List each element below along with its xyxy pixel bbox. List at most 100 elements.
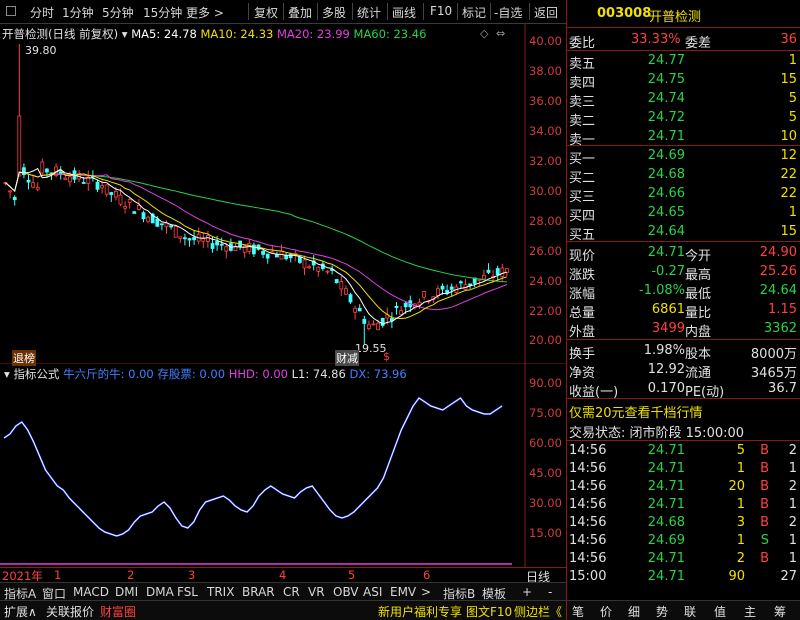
sidebar-toggle[interactable]: 侧边栏《: [514, 603, 562, 620]
ask-level: 卖五 24.77 1: [567, 51, 800, 72]
tab-add[interactable]: +: [522, 585, 532, 599]
stat-value: 0.170: [647, 381, 685, 396]
promo-row[interactable]: 仅需20元查看千档行情: [567, 400, 800, 421]
date-axis-month: 6: [423, 568, 431, 582]
stat-value: -1.08%: [639, 283, 685, 298]
toolbar-5min[interactable]: 5分钟: [102, 4, 134, 21]
toolbar-15min[interactable]: 15分钟: [143, 4, 182, 21]
tick-price: 24.71: [647, 497, 685, 512]
tick-time: 14:56: [569, 497, 607, 512]
tab-remove[interactable]: -: [548, 585, 552, 599]
tick-volume: 2: [736, 551, 745, 566]
tab-cr[interactable]: CR: [283, 585, 300, 599]
date-axis: 2021年 1 2 3 4 5 6 日线: [0, 567, 566, 584]
f10-button[interactable]: 图文F10: [466, 603, 512, 620]
toolbar-f10[interactable]: F10: [430, 4, 452, 18]
ask-price: 24.77: [647, 53, 685, 68]
stat-value: 36.7: [768, 381, 797, 396]
tick-price: 24.71: [647, 569, 685, 584]
tick-side: B: [760, 461, 769, 476]
toolbar-mark[interactable]: 标记: [462, 4, 486, 21]
tab-emv[interactable]: EMV: [390, 585, 416, 599]
tick-count: 1: [788, 533, 797, 548]
tab-fsl[interactable]: FSL: [177, 585, 198, 599]
stat-value: 24.90: [759, 245, 797, 260]
bid-level: 买五 24.64 15: [567, 222, 800, 243]
bid-volume: 1: [788, 205, 797, 220]
fortune-circle-button[interactable]: 财富圈: [100, 603, 136, 620]
tab-vr[interactable]: VR: [308, 585, 325, 599]
tick-volume: 20: [728, 479, 745, 494]
bid-level: 买三 24.66 22: [567, 184, 800, 205]
tick-count: 1: [788, 461, 797, 476]
tick-time: 14:56: [569, 551, 607, 566]
bid-price: 24.66: [647, 186, 685, 201]
toolbar-self-select[interactable]: -自选: [494, 4, 522, 21]
quote-title: 003008 开普检测: [567, 4, 800, 25]
quote-stat-row: 涨幅 -1.08% 最低 24.64: [567, 281, 800, 302]
tab-dma[interactable]: DMA: [146, 585, 174, 599]
toolbar-intraday[interactable]: 分时: [30, 4, 54, 21]
tick-price: 24.71: [647, 551, 685, 566]
stat-value: 6861: [651, 302, 685, 317]
tick-row: 14:56 24.71 20 B 2: [567, 477, 800, 497]
tick-side: B: [760, 515, 769, 530]
toolbar-fuquan[interactable]: 复权: [254, 4, 278, 21]
tick-row: 14:56 24.71 1 B 1: [567, 495, 800, 515]
ask-price: 24.71: [647, 129, 685, 144]
stat-value: 3362: [763, 321, 797, 336]
related-quote-button[interactable]: 关联报价: [46, 603, 94, 620]
date-axis-month: 2: [127, 568, 135, 582]
news-link[interactable]: 新用户福利专享: [378, 603, 462, 620]
tick-price: 24.71: [647, 479, 685, 494]
date-axis-month: 4: [279, 568, 287, 582]
trade-state: 交易状态: 闭市阶段 15:00:00: [569, 426, 745, 441]
tab-more-arrow[interactable]: >: [421, 585, 431, 599]
bid-level: 买二 24.68 22: [567, 165, 800, 186]
tick-count: 1: [788, 551, 797, 566]
tick-count: 2: [788, 443, 797, 458]
tick-time: 14:56: [569, 533, 607, 548]
tick-count: 2: [788, 515, 797, 530]
quote-stat-row: 净资 12.92 流通 3465万: [567, 360, 800, 381]
toolbar-stats[interactable]: 统计: [357, 4, 381, 21]
tick-time: 14:56: [569, 461, 607, 476]
marker-dollar[interactable]: $: [383, 350, 390, 363]
toolbar-multi[interactable]: 多股: [322, 4, 346, 21]
toolbar-more[interactable]: 更多 >: [186, 4, 224, 21]
toolbar-overlay[interactable]: 叠加: [288, 4, 312, 21]
tick-count: 1: [788, 497, 797, 512]
ask-volume: 1: [788, 53, 797, 68]
tab-obv[interactable]: OBV: [333, 585, 359, 599]
kline-chart[interactable]: [0, 24, 566, 364]
quote-stat-row: 换手 1.98% 股本 8000万: [567, 341, 800, 362]
tab-macd[interactable]: MACD: [73, 585, 109, 599]
tick-volume: 1: [736, 497, 745, 512]
bid-price: 24.69: [647, 148, 685, 163]
ask-volume: 5: [788, 110, 797, 125]
ask-level: 卖四 24.75 15: [567, 70, 800, 91]
tab-dmi[interactable]: DMI: [115, 585, 138, 599]
promo-text[interactable]: 仅需20元查看千档行情: [569, 402, 703, 421]
toolbar-1min[interactable]: 1分钟: [62, 4, 94, 21]
tab-brar[interactable]: BRAR: [242, 585, 275, 599]
stock-name: 开普检测: [649, 10, 702, 25]
tick-row: 14:56 24.69 1 S 1: [567, 531, 800, 551]
menu-box-icon[interactable]: [6, 6, 16, 16]
tick-side: B: [760, 497, 769, 512]
ask-level: 卖一 24.71 10: [567, 127, 800, 148]
expand-button[interactable]: 扩展∧: [4, 603, 37, 620]
indicator-chart[interactable]: [0, 364, 566, 568]
tab-trix[interactable]: TRIX: [207, 585, 234, 599]
tick-side: B: [760, 551, 769, 566]
quote-panel: 003008 开普检测 委比 33.33% 委差 36 卖五 24.77 1 卖四 24…: [566, 0, 800, 620]
ask-level: 卖三 24.74 5: [567, 89, 800, 110]
tick-side: B: [760, 479, 769, 494]
toolbar-draw[interactable]: 画线: [392, 4, 416, 21]
tab-asi[interactable]: ASI: [363, 585, 382, 599]
quote-stat-row: 外盘 3499 内盘 3362: [567, 319, 800, 340]
stat-value: 3499: [651, 321, 685, 336]
bid-level: 买一 24.69 12: [567, 146, 800, 167]
toolbar-back[interactable]: 返回: [534, 4, 558, 21]
low-price-label: 19.55: [355, 342, 387, 355]
